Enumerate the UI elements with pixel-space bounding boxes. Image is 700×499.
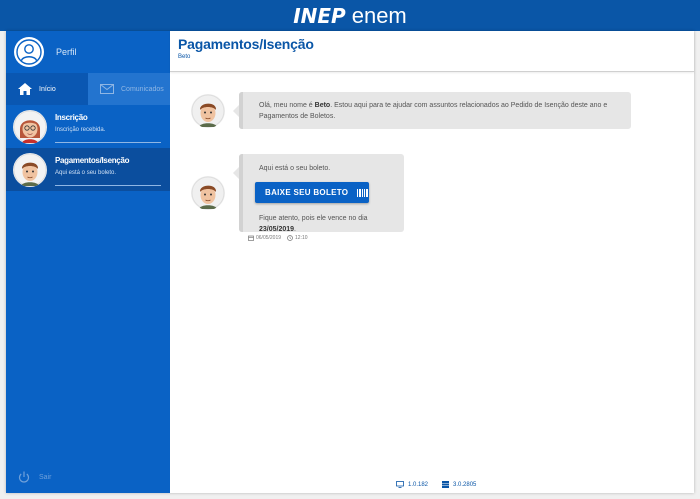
chat-message-intro: Olá, meu nome é Beto. Estou aqui para te… [233,92,631,129]
power-icon [18,471,30,483]
message-intro: Aqui está o seu boleto. [259,165,331,172]
chat-message-boleto: Aqui está o seu boleto. BAIXE SEU BOLETO… [233,154,404,235]
sidebar-item-subtitle: Aqui está o seu boleto. [55,170,117,176]
sidebar: Perfil Início Comunicados Inscrição Insc… [6,31,170,493]
inep-enem-logo: INEP enem [293,3,407,29]
avatar-female-bot [13,110,47,144]
warning-text-post: . [294,226,296,233]
logout-button[interactable]: Sair [18,471,51,483]
logout-label: Sair [39,473,52,481]
version-footer: 1.0.182 3.0.2805 [396,481,476,488]
sidebar-item-text: Pagamentos/Isenção Aqui está o seu bolet… [55,156,161,186]
warning-text-pre: Fique atento, pois ele vence no dia [259,215,368,222]
bubble-accent-bar [239,92,243,129]
bot-name: Beto [314,102,331,109]
message-date: 06/05/2019 [248,235,281,241]
server-icon [442,481,450,488]
female-avatar-icon [13,110,47,144]
sidebar-item-pagamentos[interactable]: Pagamentos/Isenção Aqui está o seu bolet… [6,148,170,191]
male-avatar-icon [191,94,225,128]
download-boleto-button[interactable]: BAIXE SEU BOLETO [255,182,369,203]
chat-panel: Pagamentos/Isenção Beto Olá, meu nome é … [170,31,694,493]
app-frame: Perfil Início Comunicados Inscrição Insc… [6,31,694,493]
male-avatar-icon [191,176,225,210]
message-text-pre: Olá, meu nome é [259,102,315,109]
message-warning: Fique atento, pois ele vence no dia 23/0… [259,213,404,235]
barcode-icon [357,188,369,197]
message-meta: 06/05/2019 12:10 [248,235,308,241]
chat-subtitle: Beto [178,54,191,60]
mail-icon [100,84,114,94]
profile-label: Perfil [56,47,77,57]
sidebar-item-subtitle: Inscrição recebida. [55,127,106,133]
chat-header: Pagamentos/Isenção Beto [170,31,694,72]
page-title: Pagamentos/Isenção [178,36,314,52]
avatar-beto [13,153,47,187]
monitor-icon [396,481,404,488]
message-time-text: 12:10 [295,235,308,241]
server-version-text: 3.0.2805 [453,481,477,488]
sidebar-tabs: Início Comunicados [6,73,170,105]
user-icon [16,39,42,65]
male-avatar-icon [13,153,47,187]
client-version: 1.0.182 [396,481,428,488]
message-time: 12:10 [287,235,308,241]
tab-comunicados[interactable]: Comunicados [88,73,170,105]
sidebar-item-text: Inscrição Inscrição recebida. [55,113,161,143]
tab-inicio[interactable]: Início [6,73,88,105]
download-boleto-label: BAIXE SEU BOLETO [265,188,349,197]
tab-inicio-label: Início [39,85,56,93]
calendar-icon [248,235,254,241]
logo-inep-text: INEP [293,3,346,28]
tab-comunicados-label: Comunicados [121,85,164,93]
sidebar-item-title: Inscrição [55,113,88,122]
server-version: 3.0.2805 [442,481,476,488]
clock-icon [287,235,293,241]
avatar [191,94,225,128]
top-brand-bar: INEP enem [0,0,700,31]
profile-link[interactable]: Perfil [6,31,170,73]
sidebar-item-title: Pagamentos/Isenção [55,156,130,165]
bubble-accent-bar [239,154,243,232]
sidebar-item-inscricao[interactable]: Inscrição Inscrição recebida. [6,105,170,148]
due-date: 23/05/2019 [259,226,295,233]
client-version-text: 1.0.182 [408,481,429,488]
home-icon [18,83,32,95]
avatar [191,176,225,210]
avatar [14,37,44,67]
logo-enem-text: enem [351,2,407,28]
message-date-text: 06/05/2019 [256,235,282,241]
